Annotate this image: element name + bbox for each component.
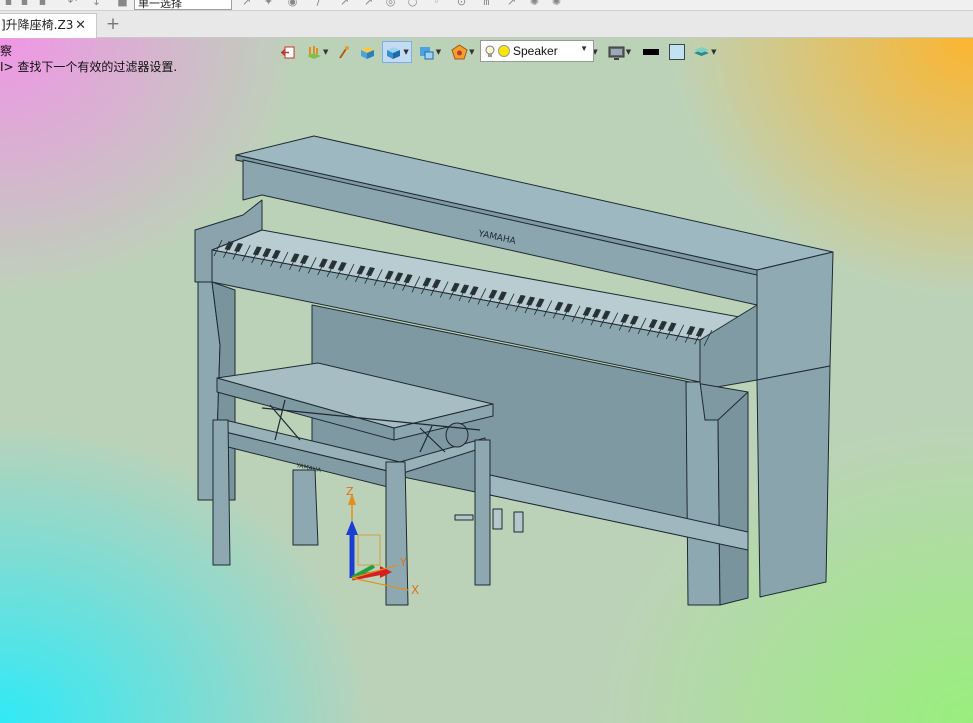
piano-right-side	[756, 365, 831, 598]
arrow-right-icon[interactable]: ↗	[505, 0, 518, 8]
bench-leg-front-left	[212, 419, 231, 566]
print-icon[interactable]: ▪	[36, 0, 49, 8]
settings2-icon[interactable]: ✺	[550, 0, 563, 8]
save-icon[interactable]: ▪	[2, 0, 15, 8]
model-scene: YAMAHA YAMAHA X Y Z	[194, 135, 834, 606]
node-icon[interactable]: ⊙	[455, 0, 468, 8]
filter-icon[interactable]: ■	[116, 0, 129, 8]
bench-leg-back-right	[474, 439, 491, 586]
document-tabbar: ]升降座椅.Z3 ✕ +	[0, 11, 973, 38]
main-toolbar: ▪ ▪ ▪ ↶ ↕ ■ 单一选择 ↗ ✦ ◉ / ↗ ↗ ◎ ○ ◦ ⊙ ⋔ ↗…	[0, 0, 973, 11]
target-icon[interactable]: ◎	[384, 0, 397, 8]
open-icon[interactable]: ▪	[18, 0, 31, 8]
circle-icon[interactable]: ○	[406, 0, 419, 8]
triad-z-label: Z	[346, 485, 354, 498]
line-icon[interactable]: /	[312, 0, 325, 8]
tree-icon[interactable]: ⋔	[480, 0, 493, 8]
bench-leg-back-left	[292, 469, 319, 546]
point-icon[interactable]: ◦	[430, 0, 443, 8]
orbit-icon[interactable]: ◉	[286, 0, 299, 8]
triad-y-label: Y	[399, 556, 407, 569]
measure-icon[interactable]: ↗	[362, 0, 375, 8]
triad-x-label: X	[411, 583, 419, 597]
tab-label: ]升降座椅.Z3	[1, 18, 74, 32]
undo-icon[interactable]: ↶	[66, 0, 79, 8]
arrow-icon[interactable]: ↗	[338, 0, 351, 8]
bench-leg-front-right	[385, 461, 409, 606]
pick-icon[interactable]: ↗	[240, 0, 253, 8]
filter-select[interactable]: 单一选择	[134, 0, 232, 10]
pin-icon[interactable]: ↕	[90, 0, 103, 8]
close-icon[interactable]: ✕	[75, 14, 86, 37]
coordinate-triad[interactable]: X Y Z	[346, 485, 419, 597]
add-tab-button[interactable]: +	[104, 13, 122, 35]
settings-icon[interactable]: ✺	[528, 0, 541, 8]
graphics-viewport[interactable]: 察 I> 查找下一个有效的过滤器设置. ▼ ▼ ▼ ▼ ▼ ▼ ▼ Speake…	[0, 38, 973, 723]
rotate-icon[interactable]: ✦	[262, 0, 275, 8]
tab-document[interactable]: ]升降座椅.Z3 ✕	[0, 13, 97, 38]
